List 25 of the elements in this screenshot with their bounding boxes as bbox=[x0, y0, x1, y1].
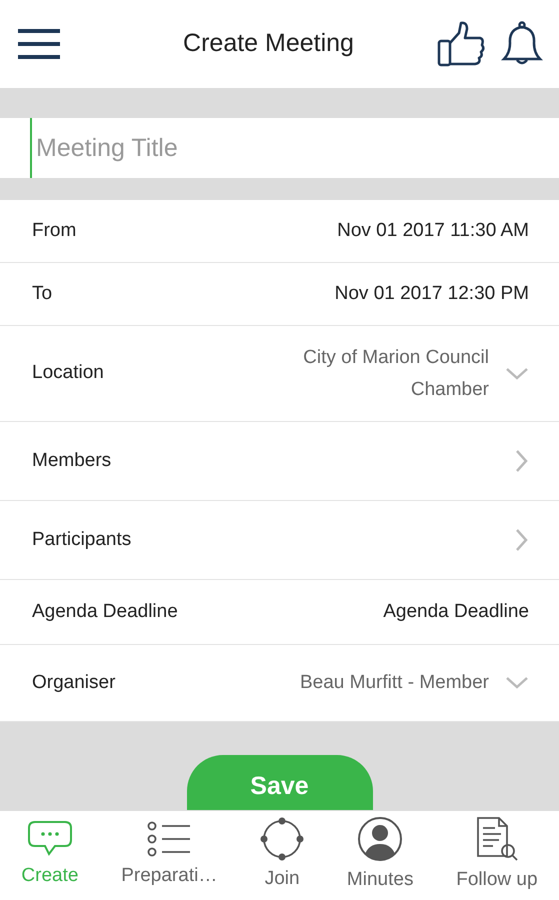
field-label: Organiser bbox=[32, 670, 116, 695]
list-icon[interactable] bbox=[146, 820, 192, 858]
user-avatar-icon[interactable] bbox=[357, 816, 404, 862]
speech-bubble-icon[interactable] bbox=[26, 820, 73, 858]
field-label: Participants bbox=[32, 528, 132, 552]
thumbs-up-icon[interactable] bbox=[437, 21, 485, 67]
screen-title: Create Meeting bbox=[182, 28, 355, 60]
field-value: Nov 01 2017 11:30 AM bbox=[337, 219, 529, 243]
nav-tab[interactable]: Minutes bbox=[346, 816, 414, 895]
field-label: Location bbox=[32, 361, 104, 386]
nav-tab[interactable]: Follow up bbox=[456, 816, 538, 895]
nav-tab[interactable]: Preparati… bbox=[121, 820, 218, 891]
field-label: To bbox=[32, 282, 52, 306]
field-label: Members bbox=[32, 448, 112, 473]
field-value: City of Marion Council Chamber bbox=[302, 346, 489, 402]
field-label: From bbox=[32, 218, 76, 243]
field-label: Agenda Deadline bbox=[32, 600, 178, 624]
field-value: Agenda Deadline bbox=[383, 600, 529, 624]
bell-icon[interactable] bbox=[501, 21, 543, 67]
menu-icon[interactable] bbox=[16, 27, 60, 61]
field-value: Beau Murfitt - Member bbox=[300, 671, 489, 695]
field-value: Nov 01 2017 12:30 PM bbox=[334, 282, 529, 306]
document-search-icon[interactable] bbox=[474, 816, 519, 862]
circle-nodes-icon[interactable] bbox=[260, 817, 304, 862]
nav-tab[interactable]: Join bbox=[260, 817, 304, 894]
